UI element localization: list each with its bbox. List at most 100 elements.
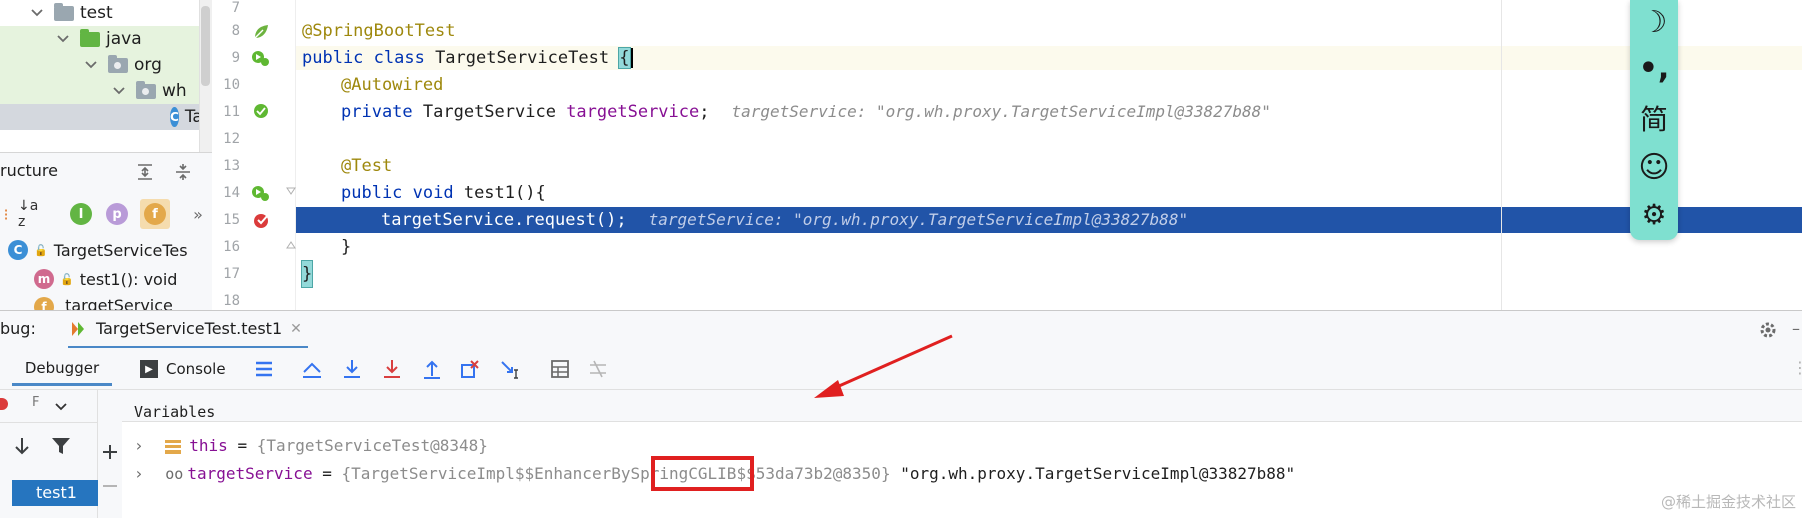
code-line-15[interactable]: targetService.request(); targetService: "… [381, 207, 1188, 233]
class-icon: C [8, 240, 28, 260]
more-icon[interactable]: ⋮ [1792, 358, 1802, 377]
tree-item-test[interactable]: test [30, 0, 113, 26]
tree-item-targetservicetest[interactable]: C Ta [0, 104, 203, 130]
watermark: @稀土掘金技术社区 [1660, 493, 1796, 511]
gear-icon[interactable] [1758, 320, 1778, 340]
line-number: 7 [231, 0, 240, 16]
step-over-icon[interactable] [338, 355, 366, 383]
line-number: 14 [223, 185, 240, 201]
emoji-icon[interactable]: ☺ [1630, 145, 1678, 189]
more-chevron-icon[interactable]: » [188, 201, 208, 227]
cglib-highlight-box: ingCGLIB$ [651, 456, 755, 491]
plus-icon[interactable] [100, 442, 120, 462]
chevron-down-icon [57, 35, 69, 43]
text-caret [630, 48, 633, 68]
line-number: 10 [223, 77, 240, 93]
tree-item-java[interactable]: java [0, 26, 199, 52]
trace-current-stream-icon[interactable] [584, 355, 612, 383]
line-number: 15 [223, 212, 240, 228]
settings-gear-icon[interactable]: ⚙ [1630, 192, 1678, 236]
line-number: 13 [223, 158, 240, 174]
evaluate-expression-icon[interactable] [546, 355, 574, 383]
code-line-9[interactable]: public class TargetServiceTest { [302, 45, 633, 71]
tab-debugger[interactable]: Debugger [12, 352, 112, 386]
code-line-13[interactable]: @Test [341, 153, 392, 179]
code-line-8[interactable]: @SpringBootTest [302, 18, 456, 44]
minus-icon[interactable] [100, 476, 120, 496]
test-run-icon [72, 321, 84, 336]
frame-item-selected[interactable]: test1 [12, 480, 98, 506]
debug-session-tab[interactable]: TargetServiceTest.test1 ✕ [68, 311, 308, 349]
sort-alpha-icon[interactable]: ↓a z [18, 198, 44, 230]
stop-indicator-icon [0, 398, 8, 410]
simplified-toggle[interactable]: 简 [1630, 96, 1678, 140]
variables-side-toolbar [98, 390, 122, 518]
autowired-bean-icon[interactable] [252, 102, 270, 120]
structure-item-class[interactable]: C 🔓 TargetServiceTes [8, 237, 188, 263]
ime-floating-palette: ☽ •, 简 ☺ ⚙ [1630, 0, 1678, 240]
code-line-10[interactable]: @Autowired [341, 72, 443, 98]
collapse-all-icon[interactable] [170, 159, 196, 185]
chevron-down-icon [31, 9, 43, 17]
expand-chevron-icon[interactable]: › [134, 436, 144, 455]
show-properties-icon[interactable]: p [104, 201, 130, 227]
hide-icon[interactable]: – [1792, 319, 1800, 338]
code-line-14[interactable]: public void test1(){ [341, 180, 546, 206]
punctuation-toggle[interactable]: •, [1630, 46, 1678, 90]
project-tree: test java org wh C Ta [0, 0, 212, 152]
moon-icon[interactable]: ☽ [1630, 0, 1678, 44]
frames-panel: F test1 [0, 390, 98, 518]
close-tab-icon[interactable]: ✕ [290, 321, 302, 337]
code-line-11[interactable]: private TargetService targetService; targ… [341, 99, 1271, 125]
variable-row-this[interactable]: › this = {TargetServiceTest@8348} [134, 432, 488, 460]
lock-icon: 🔓 [60, 272, 74, 286]
spring-bean-icon[interactable] [252, 23, 270, 41]
line-number: 9 [231, 50, 240, 66]
code-line-16[interactable]: } [341, 234, 351, 260]
run-test-icon[interactable] [250, 183, 270, 203]
console-icon: ▶ [140, 360, 158, 378]
method-icon: m [34, 269, 54, 289]
run-to-cursor-icon[interactable] [496, 355, 524, 383]
chevron-down-icon [85, 61, 97, 69]
expand-chevron-icon[interactable]: › [134, 464, 144, 483]
breakpoint-icon[interactable] [252, 210, 272, 230]
inline-debug-value: targetService: "org.wh.proxy.TargetServi… [648, 210, 1189, 229]
show-execution-point-icon[interactable] [298, 355, 326, 383]
tree-item-org[interactable]: org [0, 52, 199, 78]
line-number: 12 [223, 131, 240, 147]
fold-icon[interactable] [286, 186, 296, 196]
variable-row-targetservice[interactable]: › oo targetService = {TargetServiceImpl$$… [134, 456, 1295, 491]
arrow-down-icon[interactable] [12, 436, 32, 456]
fold-end-icon[interactable] [286, 240, 296, 250]
object-icon [165, 439, 182, 454]
chevron-down-icon[interactable] [54, 400, 68, 414]
package-icon [108, 54, 128, 73]
brace-match: { [618, 47, 631, 69]
tree-item-wh[interactable]: wh [0, 78, 199, 104]
drop-frame-icon[interactable] [456, 355, 484, 383]
folder-icon [54, 2, 74, 21]
line-number: 16 [223, 239, 240, 255]
tree-scrollbar-thumb[interactable] [201, 6, 210, 86]
sort-visibility-icon[interactable]: ⁝ [0, 201, 12, 227]
field-icon: f [34, 297, 54, 310]
show-inherited-icon[interactable]: I [68, 201, 94, 227]
run-test-icon[interactable] [250, 48, 270, 68]
layout-menu-icon[interactable] [250, 355, 278, 383]
expand-all-icon[interactable] [132, 159, 158, 185]
structure-item-method[interactable]: m 🔓 test1(): void [34, 266, 177, 292]
test-source-folder-icon [80, 28, 100, 47]
line-number: 11 [223, 104, 240, 120]
inline-debug-value: targetService: "org.wh.proxy.TargetServi… [731, 102, 1271, 121]
step-out-icon[interactable] [418, 355, 446, 383]
structure-item-field[interactable]: f targetService [34, 296, 173, 310]
debug-label: bug: [0, 319, 36, 338]
show-fields-icon[interactable]: f [140, 199, 170, 229]
watch-glasses-icon: oo [165, 465, 184, 483]
structure-title: ructure [0, 161, 58, 180]
tab-console[interactable]: ▶ Console [140, 352, 226, 386]
filter-icon[interactable] [50, 436, 72, 456]
step-into-icon[interactable] [378, 355, 406, 383]
code-line-17[interactable]: } [301, 260, 313, 288]
